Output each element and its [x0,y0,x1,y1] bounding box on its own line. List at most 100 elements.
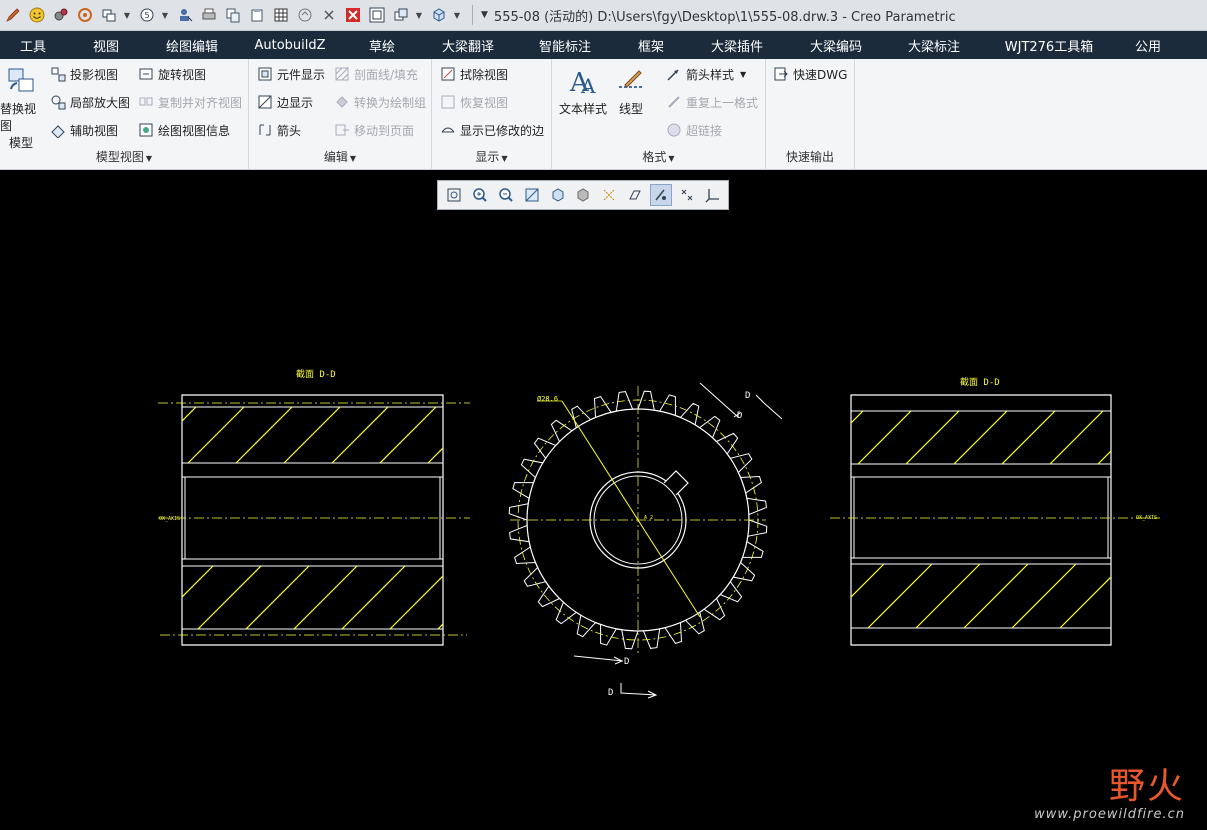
group-label-format[interactable]: 格式 ▼ [552,148,765,165]
svg-text:5: 5 [144,11,149,20]
auxiliary-view-icon [50,122,66,138]
replace-view-icon [8,68,34,92]
convert-draft-group-button[interactable]: 转换为绘制组 [334,92,426,112]
windows-icon[interactable] [98,4,120,26]
move-to-sheet-button[interactable]: 移动到页面 [334,120,414,140]
section-right-title: 截面 D-D [960,376,1000,388]
close-icon[interactable] [318,4,340,26]
section-view-left[interactable]: 截面 D-D OX_AXIS [140,368,501,646]
quick-dwg-button[interactable]: 快速DWG [773,64,847,84]
erase-view-button[interactable]: 拭除视图 [440,64,508,84]
repeat-last-format-button[interactable]: 重复上一格式 [666,92,758,112]
menu-autobuildz[interactable]: AutobuildZ [238,38,342,53]
component-display-label: 元件显示 [277,67,326,82]
show-modified-edges-button[interactable]: 显示已修改的边 [440,120,544,140]
arrow-style-button[interactable]: 箭头样式 ▼ [666,64,746,84]
copy-icon[interactable] [222,4,244,26]
title-bar: ▼ 5 ▼ ▼ ▼ ▼ 555-08 (活动的) D:\Users\fgy\De… [0,0,1207,31]
point-display-icon[interactable] [676,184,698,206]
menu-drawing-edit[interactable]: 绘图编辑 [146,36,238,55]
group-label-model-views[interactable]: 模型视图 ▼ [0,148,248,165]
zoom-in-icon[interactable] [469,184,491,206]
cube-dropdown-icon[interactable]: ▼ [452,11,462,20]
auxiliary-view-button[interactable]: 辅助视图 [50,120,118,140]
copy-align-view-icon [138,94,154,110]
display-style-icon[interactable] [573,184,595,206]
hatch-icon [334,66,350,82]
detail-view-icon [50,94,66,110]
menu-tools[interactable]: 工具 [0,36,66,55]
title-dropdown-icon[interactable]: ▼ [481,10,488,20]
paste-icon[interactable] [246,4,268,26]
hyperlink-button[interactable]: 超链接 [666,120,722,140]
section-hatch-button[interactable]: 剖面线/填充 [334,64,418,84]
menu-wjt276-toolbox[interactable]: WJT276工具箱 [984,36,1114,55]
table-icon[interactable] [270,4,292,26]
menu-beam-translate[interactable]: 大梁翻译 [422,36,514,55]
revolved-view-button[interactable]: 旋转视图 [138,64,206,84]
quick-dwg-label: 快速DWG [793,67,848,82]
arrow-button[interactable]: 箭头 [257,120,301,140]
title-separator [472,5,473,25]
revolved-view-label: 旋转视图 [158,67,207,82]
drawing-view-info-button[interactable]: 绘图视图信息 [138,120,230,140]
repaint-icon[interactable] [521,184,543,206]
detail-view-button[interactable]: 局部放大图 [50,92,130,112]
user-icon[interactable] [174,4,196,26]
close-red-icon[interactable] [342,4,364,26]
annotation-display-icon[interactable] [624,184,646,206]
undo-icon[interactable] [294,4,316,26]
group-model-views: 替换视图 模型 投影视图 局部放大图 辅助视图 旋转视图 复制并对齐视图 绘图视… [0,59,249,170]
line-style-button[interactable]: 线型 [610,65,652,117]
smiley-icon[interactable] [26,4,48,26]
menu-beam-plugin[interactable]: 大梁插件 [686,36,788,55]
replace-view-model-button[interactable]: 替换视图 模型 [0,65,42,151]
settings-icon[interactable] [50,4,72,26]
text-style-button[interactable]: AA 文本样式 [556,65,610,117]
gear-front-view[interactable]: Ø28.6 A_2 D D D D [508,382,783,699]
hyperlink-icon [666,122,682,138]
window2-icon[interactable] [390,4,412,26]
csys-display-icon[interactable] [702,184,724,206]
menu-view[interactable]: 视图 [66,36,146,55]
group-display: 拭除视图 恢复视图 显示已修改的边 显示 ▼ [432,59,552,170]
hidden-line-icon[interactable] [650,184,673,206]
repeat-last-format-label: 重复上一格式 [686,95,759,110]
modified-edges-icon [440,122,456,138]
group-edit: 元件显示 边显示 箭头 剖面线/填充 转换为绘制组 移动到页面 编辑 ▼ [249,59,432,170]
windows-dropdown-icon[interactable]: ▼ [122,11,132,20]
auxiliary-view-label: 辅助视图 [70,123,119,138]
regenerate-icon[interactable] [74,4,96,26]
datum-display-icon[interactable] [598,184,620,206]
window-icon[interactable] [366,4,388,26]
group-label-edit[interactable]: 编辑 ▼ [249,148,431,165]
edge-display-button[interactable]: 边显示 [257,92,313,112]
saved-views-icon[interactable] [547,184,569,206]
watermark: 野火 www.proewildfire.cn [1034,767,1185,823]
edge-display-label: 边显示 [277,95,314,110]
menu-frame[interactable]: 框架 [616,36,686,55]
menu-beam-code[interactable]: 大梁编码 [788,36,884,55]
menu-common[interactable]: 公用 [1114,36,1182,55]
arrow-style-dropdown-icon[interactable]: ▼ [740,70,746,79]
menu-beam-annotation[interactable]: 大梁标注 [884,36,984,55]
pencil-icon[interactable] [2,4,24,26]
window-dropdown-icon[interactable]: ▼ [414,11,424,20]
clock-icon[interactable]: 5 [136,4,158,26]
menu-sketch[interactable]: 草绘 [342,36,422,55]
zoom-out-icon[interactable] [495,184,517,206]
convert-draft-group-label: 转换为绘制组 [354,95,427,110]
component-display-button[interactable]: 元件显示 [257,64,325,84]
cube-icon[interactable] [428,4,450,26]
resume-view-button[interactable]: 恢复视图 [440,92,508,112]
view-toolbar [437,180,729,210]
group-label-display[interactable]: 显示 ▼ [432,148,551,165]
copy-align-view-button[interactable]: 复制并对齐视图 [138,92,242,112]
copy-align-view-label: 复制并对齐视图 [158,95,243,110]
section-view-right[interactable]: 截面 D-D OX_AXIS [810,376,1160,646]
projection-view-button[interactable]: 投影视图 [50,64,118,84]
refit-icon[interactable] [443,184,465,206]
print-icon[interactable] [198,4,220,26]
clock-dropdown-icon[interactable]: ▼ [160,11,170,20]
menu-smart-dimension[interactable]: 智能标注 [514,36,616,55]
